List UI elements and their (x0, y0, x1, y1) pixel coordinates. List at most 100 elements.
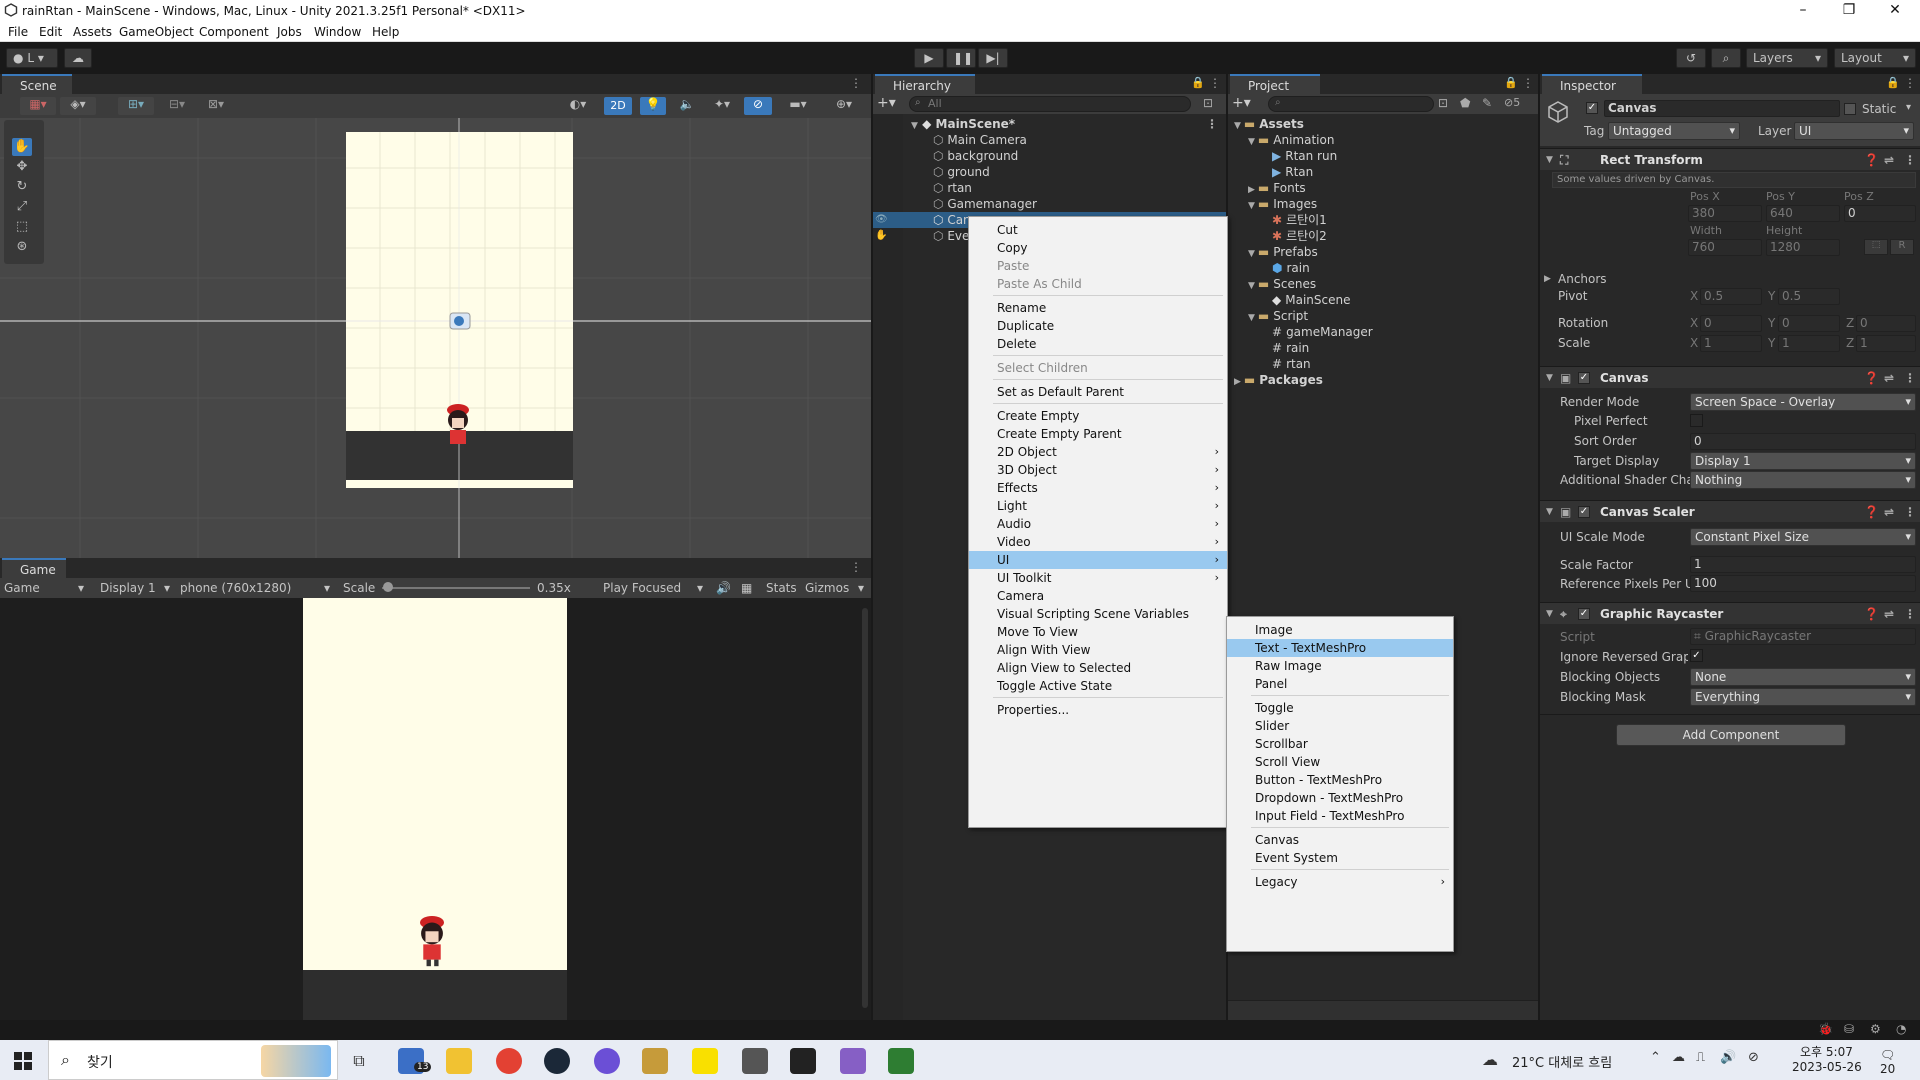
effects-icon[interactable]: ✦▾ (706, 97, 738, 115)
game-more-icon[interactable]: ⋮ (850, 560, 862, 574)
maximize-button[interactable]: ❐ (1826, 0, 1872, 22)
clock-time[interactable]: 오후 5:07 (1800, 1043, 1853, 1060)
menu-jobs[interactable]: Jobs (277, 25, 302, 39)
menu-help[interactable]: Help (372, 25, 399, 39)
hidden-objects-icon[interactable]: ⊘ (744, 97, 772, 115)
mute-audio-icon[interactable]: 🔊 (716, 578, 731, 598)
move-tool-icon[interactable]: ✥ (12, 158, 32, 176)
rot-z-field[interactable]: 0 (1856, 315, 1916, 332)
project-item-assets[interactable]: ▼ ▬ Assets (1234, 116, 1304, 132)
ui-menu-item-input-field-textmeshpro[interactable]: Input Field - TextMeshPro (1227, 807, 1453, 825)
foldout-icon[interactable]: ▼ (1546, 501, 1553, 523)
scale-z-field[interactable]: 1 (1856, 335, 1916, 352)
ui-menu-item-canvas[interactable]: Canvas (1227, 831, 1453, 849)
component-more-icon[interactable]: ⋮ (1904, 149, 1916, 171)
presets-icon[interactable]: ⇌ (1884, 367, 1894, 389)
foldout-icon[interactable]: ▼ (1248, 249, 1255, 259)
foldout-icon[interactable]: ▼ (1248, 313, 1255, 323)
ui-scale-mode-dropdown[interactable]: Constant Pixel Size (1690, 528, 1916, 546)
menu-item-audio[interactable]: Audio › (969, 515, 1227, 533)
scene-more-icon[interactable]: ⋮ (850, 76, 862, 90)
scale-tool-icon[interactable]: ⤢ (12, 198, 32, 216)
sort-order-field[interactable]: 0 (1690, 433, 1916, 450)
project-item-rain[interactable]: ⬢ rain (1262, 260, 1310, 276)
canvas-component-header[interactable]: ▼ ▣ ✓ Canvas ❓ ⇌ ⋮ (1540, 366, 1920, 388)
canvas-enabled-checkbox[interactable]: ✓ (1578, 372, 1590, 384)
menu-item-video[interactable]: Video › (969, 533, 1227, 551)
hierarchy-item-main-camera[interactable]: ⬡ Main Camera (903, 132, 1226, 148)
ui-menu-item-button-textmeshpro[interactable]: Button - TextMeshPro (1227, 771, 1453, 789)
component-more-icon[interactable]: ⋮ (1904, 603, 1916, 625)
presets-icon[interactable]: ⇌ (1884, 603, 1894, 625)
search-button[interactable]: ⌕ (1711, 48, 1741, 68)
menu-item-effects[interactable]: Effects › (969, 479, 1227, 497)
project-item-prefabs[interactable]: ▼ ▬ Prefabs (1248, 244, 1318, 260)
mail-app-icon[interactable]: 13 (398, 1048, 432, 1074)
hierarchy-more-icon[interactable]: ⋮ (1209, 76, 1221, 90)
menu-item-ui-toolkit[interactable]: UI Toolkit › (969, 569, 1227, 587)
hierarchy-lock-icon[interactable]: 🔒 (1191, 76, 1205, 89)
league-client-icon[interactable] (642, 1048, 668, 1074)
anchors-label[interactable]: Anchors (1558, 272, 1607, 286)
layers-dropdown[interactable]: Layers ▾ (1746, 48, 1828, 68)
gizmos-icon[interactable]: ⊕▾ (824, 97, 864, 115)
task-view-icon[interactable]: ⧉ (346, 1048, 372, 1074)
scale-y-field[interactable]: 1 (1778, 335, 1840, 352)
minimize-button[interactable]: – (1780, 0, 1826, 22)
project-more-icon[interactable]: ⋮ (1522, 76, 1534, 90)
ui-menu-item-toggle[interactable]: Toggle (1227, 699, 1453, 717)
tab-game[interactable]: Game (2, 558, 66, 578)
grid-snap-icon[interactable]: ⊞▾ (118, 97, 154, 115)
ui-menu-item-event-system[interactable]: Event System (1227, 849, 1453, 867)
menu-item-rename[interactable]: Rename (969, 299, 1227, 317)
ui-menu-item-scroll-view[interactable]: Scroll View (1227, 753, 1453, 771)
rot-y-field[interactable]: 0 (1778, 315, 1840, 332)
resolution-dropdown[interactable]: phone (760x1280) (180, 578, 291, 598)
hidden-packages-icon[interactable]: ⊘5 (1504, 96, 1520, 109)
pixel-perfect-checkbox[interactable] (1690, 414, 1703, 427)
project-item-gamemanager[interactable]: # gameManager (1262, 324, 1373, 340)
cloud-button[interactable]: ☁ (64, 48, 92, 68)
menu-item-light[interactable]: Light › (969, 497, 1227, 515)
ui-menu-item-image[interactable]: Image (1227, 621, 1453, 639)
posx-field[interactable]: 380 (1688, 205, 1762, 222)
reference-ppu-field[interactable]: 100 (1690, 575, 1916, 592)
blueprint-mode-icon[interactable]: ⬚ (1864, 239, 1888, 255)
hierarchy-item-gamemanager[interactable]: ⬡ Gamemanager (903, 196, 1226, 212)
render-mode-icon[interactable]: ◐▾ (560, 97, 596, 115)
game-view-dropdown[interactable]: Game (4, 578, 40, 598)
presets-icon[interactable]: ⇌ (1884, 501, 1894, 523)
menu-component[interactable]: Component (199, 25, 269, 39)
foldout-icon[interactable]: ▼ (1546, 367, 1553, 389)
show-hidden-icons[interactable]: ⌃ (1650, 1050, 1661, 1065)
help-icon[interactable]: ❓ (1864, 149, 1879, 171)
target-display-dropdown[interactable]: Display 1 (1690, 452, 1916, 470)
add-component-button[interactable]: Add Component (1616, 724, 1846, 746)
width-field[interactable]: 760 (1688, 239, 1762, 256)
menu-item-properties[interactable]: Properties... (969, 701, 1227, 719)
menu-item-visual-scripting-scene-variables[interactable]: Visual Scripting Scene Variables (969, 605, 1227, 623)
project-item-animation[interactable]: ▼ ▬ Animation (1248, 132, 1334, 148)
project-search-input[interactable]: ⌕ (1268, 96, 1434, 112)
foldout-icon[interactable]: ▼ (1248, 137, 1255, 147)
help-icon[interactable]: ❓ (1864, 367, 1879, 389)
hand-tool-icon[interactable]: ✋ (12, 138, 32, 156)
object-name-field[interactable]: Canvas (1604, 100, 1840, 117)
ignore-reversed-checkbox[interactable]: ✓ (1690, 649, 1703, 662)
presets-icon[interactable]: ⇌ (1884, 149, 1894, 171)
menu-gameobject[interactable]: GameObject (119, 25, 194, 39)
menu-item-delete[interactable]: Delete (969, 335, 1227, 353)
cache-server-icon[interactable]: ⛁ (1844, 1022, 1854, 1036)
scale-factor-field[interactable]: 1 (1690, 556, 1916, 573)
scale-x-field[interactable]: 1 (1700, 335, 1762, 352)
scale-slider-handle[interactable] (383, 582, 393, 592)
menu-edit[interactable]: Edit (39, 25, 62, 39)
pause-button[interactable]: ❚❚ (946, 48, 976, 68)
posz-field[interactable]: 0 (1844, 205, 1916, 222)
create-add-icon[interactable]: +▾ (877, 95, 896, 111)
project-item-fonts[interactable]: ▶ ▬ Fonts (1248, 180, 1306, 196)
scene-row[interactable]: ▼ ◆ MainScene* ⋮ (903, 116, 1226, 132)
undo-history-button[interactable]: ↺ (1676, 48, 1706, 68)
chrome-icon[interactable] (496, 1048, 522, 1074)
rot-x-field[interactable]: 0 (1700, 315, 1762, 332)
